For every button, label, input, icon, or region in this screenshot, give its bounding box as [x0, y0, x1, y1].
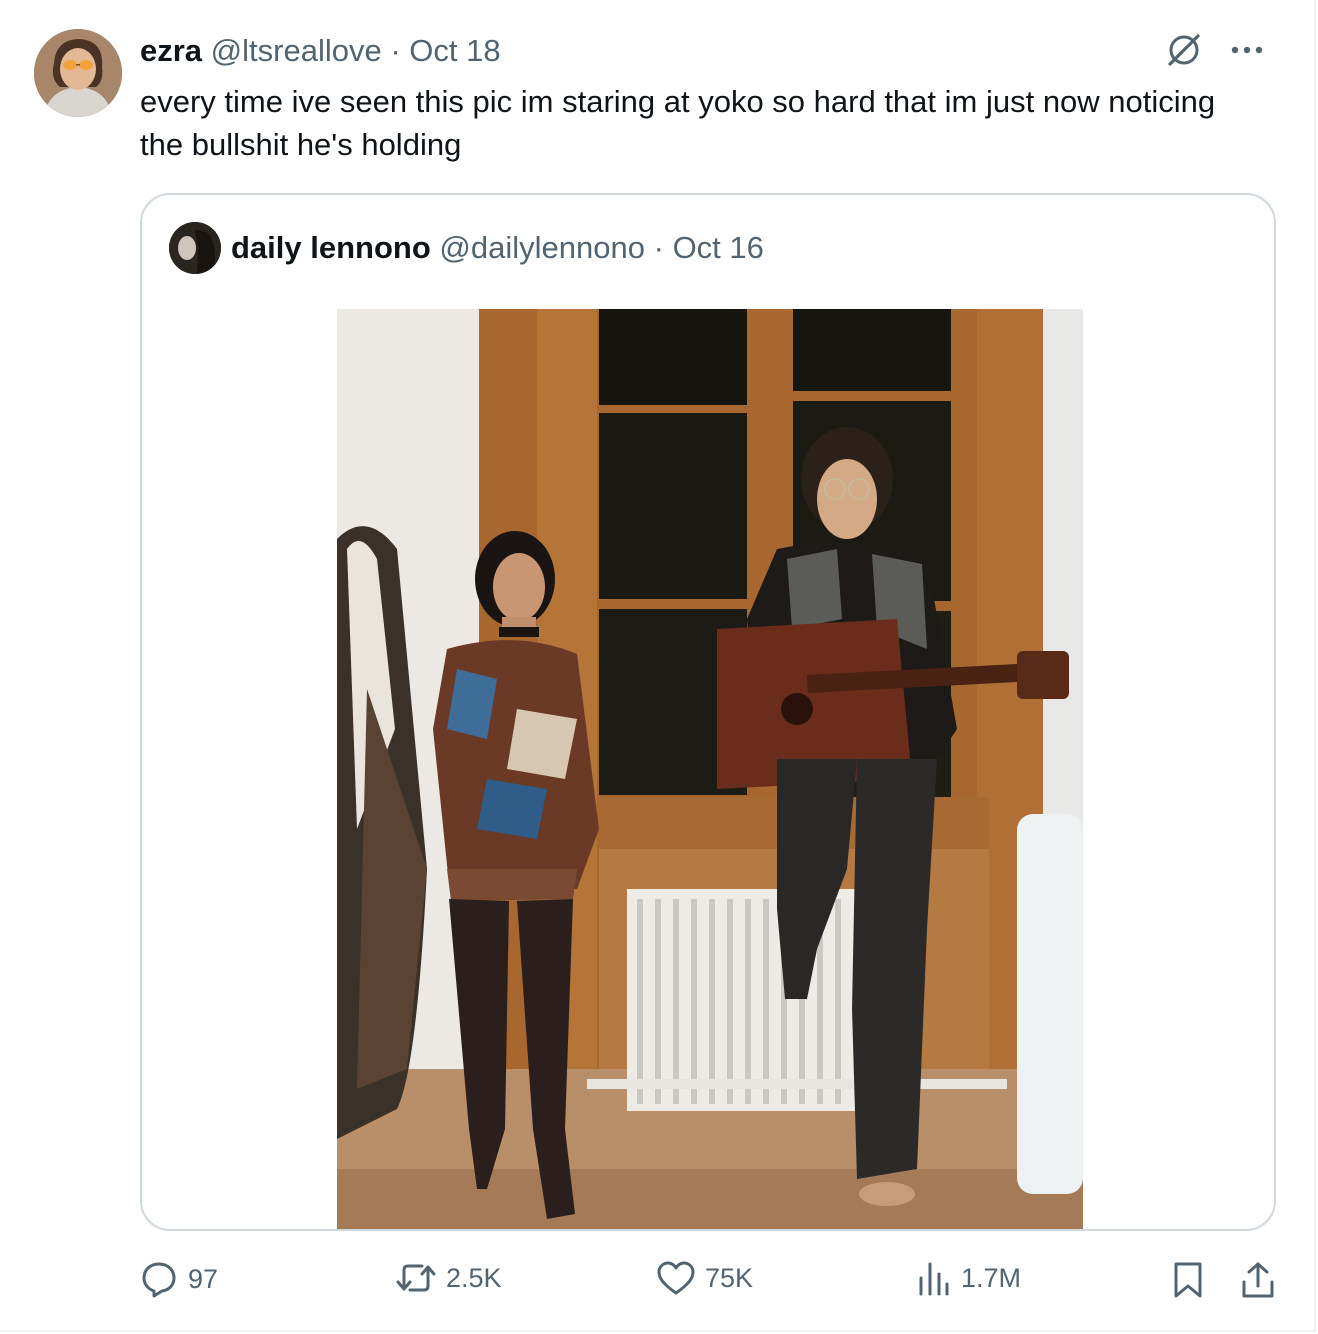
tweet-text: every time ive seen this pic im staring … — [140, 84, 1216, 162]
reply-button[interactable]: 97 — [140, 1260, 218, 1298]
share-button[interactable] — [1240, 1260, 1276, 1300]
tweet: ezra @ltsreallove · Oct 18 every time iv… — [0, 0, 1316, 1332]
tweet-actions: 97 2.5K 75K 1.7M — [140, 1260, 1280, 1308]
share-icon — [1240, 1260, 1276, 1300]
author-avatar[interactable] — [34, 29, 122, 117]
views-button[interactable]: 1.7M — [917, 1260, 1021, 1296]
quoted-photo[interactable] — [337, 309, 1083, 1229]
like-count: 75K — [705, 1262, 754, 1293]
tweet-top-actions — [1164, 30, 1264, 70]
quoted-date[interactable]: Oct 16 — [673, 230, 764, 265]
quoted-header: daily lennono @dailylennono · Oct 16 — [231, 229, 764, 267]
quoted-header-separator: · — [653, 230, 664, 265]
reply-icon — [140, 1260, 178, 1298]
quoted-author-name[interactable]: daily lennono — [231, 230, 431, 265]
views-icon — [917, 1260, 951, 1296]
views-count: 1.7M — [961, 1262, 1022, 1293]
like-icon — [657, 1260, 695, 1296]
quoted-author-handle[interactable]: @dailylennono — [439, 230, 645, 265]
quoted-tweet[interactable]: daily lennono @dailylennono · Oct 16 — [140, 193, 1276, 1231]
tweet-date[interactable]: Oct 18 — [409, 33, 500, 68]
author-handle[interactable]: @ltsreallove — [211, 33, 382, 68]
bookmark-icon — [1172, 1260, 1204, 1300]
reply-count: 97 — [188, 1263, 219, 1294]
bookmark-button[interactable] — [1172, 1260, 1204, 1300]
quoted-author-avatar[interactable] — [169, 222, 221, 274]
repost-count: 2.5K — [446, 1262, 502, 1293]
retweet-icon — [396, 1260, 436, 1296]
more-icon[interactable] — [1230, 44, 1264, 56]
like-button[interactable]: 75K — [657, 1260, 753, 1296]
header-separator: · — [390, 33, 401, 68]
repost-button[interactable]: 2.5K — [396, 1260, 502, 1296]
author-name[interactable]: ezra — [140, 33, 202, 68]
tweet-header: ezra @ltsreallove · Oct 18 — [140, 32, 501, 70]
grok-icon[interactable] — [1164, 30, 1204, 70]
